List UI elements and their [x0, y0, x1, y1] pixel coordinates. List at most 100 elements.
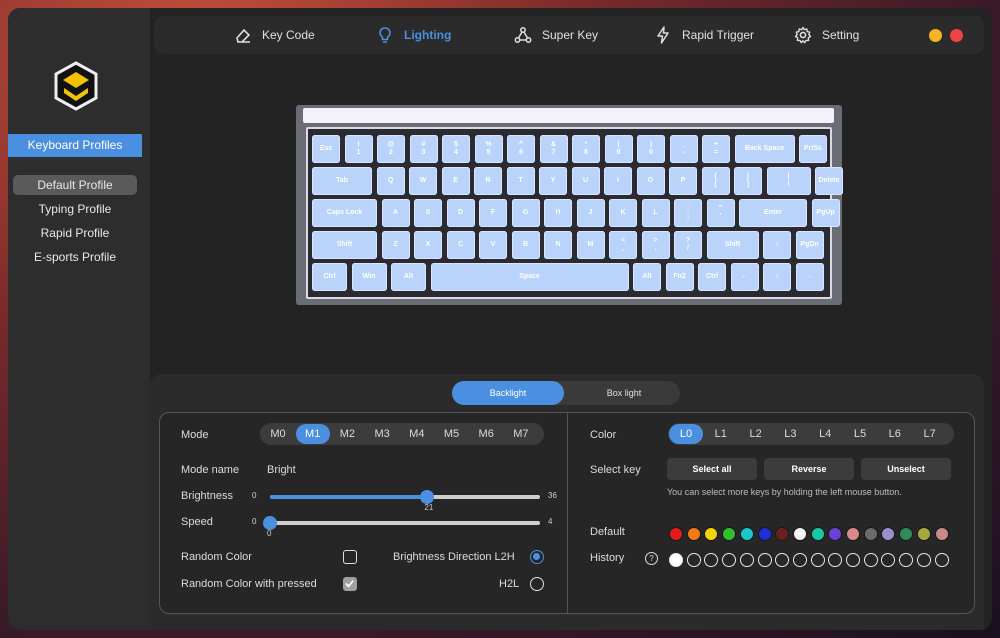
- key[interactable]: J: [576, 199, 605, 227]
- key[interactable]: @ 2: [377, 135, 405, 163]
- color-swatch[interactable]: [739, 527, 754, 541]
- help-icon[interactable]: ?: [645, 552, 658, 565]
- key[interactable]: ) 0: [637, 135, 665, 163]
- history-swatch[interactable]: [722, 553, 737, 567]
- color-swatch[interactable]: [792, 527, 807, 541]
- history-swatch[interactable]: [899, 553, 914, 567]
- key[interactable]: R: [474, 167, 502, 195]
- color-swatch[interactable]: [934, 527, 949, 541]
- key[interactable]: Space: [430, 263, 629, 291]
- key[interactable]: X: [414, 231, 442, 259]
- key[interactable]: Shift: [312, 231, 377, 259]
- key[interactable]: I: [604, 167, 632, 195]
- key[interactable]: > .: [641, 231, 670, 259]
- history-swatch[interactable]: [739, 553, 754, 567]
- select-all-button[interactable]: Select all: [667, 458, 757, 480]
- key[interactable]: Enter: [739, 199, 807, 227]
- key[interactable]: F: [479, 199, 507, 227]
- key[interactable]: C: [446, 231, 475, 259]
- history-swatch[interactable]: [810, 553, 825, 567]
- mode-option-m2[interactable]: M2: [330, 424, 364, 444]
- history-swatch[interactable]: [863, 553, 878, 567]
- key[interactable]: ! 1: [344, 135, 373, 163]
- key[interactable]: Delete: [815, 167, 843, 195]
- minimize-button[interactable]: [929, 29, 942, 42]
- history-swatch[interactable]: [704, 553, 719, 567]
- random-color-pressed-checkbox[interactable]: [343, 577, 357, 591]
- brightness-thumb[interactable]: [420, 490, 435, 504]
- key[interactable]: Alt: [391, 263, 426, 291]
- tab-rapid-trigger[interactable]: Rapid Trigger: [654, 16, 754, 54]
- reverse-button[interactable]: Reverse: [764, 458, 854, 480]
- direction-l2h-radio[interactable]: [530, 550, 544, 564]
- color-swatch[interactable]: [757, 527, 772, 541]
- key[interactable]: ↑: [763, 231, 791, 259]
- layer-option-l6[interactable]: L6: [878, 424, 912, 444]
- key[interactable]: →: [795, 263, 824, 291]
- key[interactable]: N: [544, 231, 572, 259]
- key[interactable]: M: [576, 231, 605, 259]
- history-swatch[interactable]: [934, 553, 949, 567]
- history-swatch[interactable]: [792, 553, 807, 567]
- layer-option-l0[interactable]: L0: [669, 424, 703, 444]
- mode-option-m7[interactable]: M7: [504, 424, 538, 444]
- mode-option-m5[interactable]: M5: [435, 424, 469, 444]
- key[interactable]: Back Space: [734, 135, 795, 163]
- unselect-button[interactable]: Unselect: [861, 458, 951, 480]
- mode-option-m0[interactable]: M0: [261, 424, 295, 444]
- color-swatch[interactable]: [810, 527, 825, 541]
- key[interactable]: + =: [702, 135, 730, 163]
- speed-slider[interactable]: [263, 516, 540, 530]
- key[interactable]: ←: [730, 263, 759, 291]
- key[interactable]: PgUp: [811, 199, 840, 227]
- key[interactable]: * 8: [572, 135, 600, 163]
- key[interactable]: W: [409, 167, 437, 195]
- tab-super-key[interactable]: Super Key: [514, 16, 598, 54]
- tab-box-light[interactable]: Box light: [568, 381, 680, 405]
- key[interactable]: V: [479, 231, 507, 259]
- key[interactable]: Tab: [312, 167, 372, 195]
- key[interactable]: | \: [766, 167, 811, 195]
- key[interactable]: Shift: [706, 231, 759, 259]
- brightness-slider[interactable]: [270, 490, 540, 504]
- close-button[interactable]: [950, 29, 963, 42]
- key[interactable]: # 3: [409, 135, 438, 163]
- key[interactable]: Caps Lock: [312, 199, 377, 227]
- key[interactable]: K: [609, 199, 637, 227]
- mode-option-m6[interactable]: M6: [469, 424, 503, 444]
- speed-thumb[interactable]: [263, 516, 277, 530]
- key[interactable]: ? /: [674, 231, 702, 259]
- key[interactable]: PrtSc: [799, 135, 827, 163]
- key[interactable]: " ': [706, 199, 735, 227]
- color-swatch[interactable]: [863, 527, 878, 541]
- key[interactable]: ( 9: [604, 135, 633, 163]
- tab-key-code[interactable]: Key Code: [234, 16, 315, 54]
- tab-lighting[interactable]: Lighting: [376, 16, 451, 54]
- layer-option-l3[interactable]: L3: [773, 424, 807, 444]
- key[interactable]: H: [544, 199, 572, 227]
- layer-option-l2[interactable]: L2: [739, 424, 773, 444]
- key[interactable]: Esc: [312, 135, 340, 163]
- key[interactable]: A: [381, 199, 410, 227]
- history-swatch[interactable]: [828, 553, 843, 567]
- color-swatch[interactable]: [881, 527, 896, 541]
- key[interactable]: B: [511, 231, 540, 259]
- tab-backlight[interactable]: Backlight: [452, 381, 564, 405]
- profile-typing[interactable]: Typing Profile: [13, 199, 137, 219]
- profile-default[interactable]: Default Profile: [13, 175, 137, 195]
- key[interactable]: Y: [539, 167, 567, 195]
- key[interactable]: U: [571, 167, 600, 195]
- layer-option-l4[interactable]: L4: [808, 424, 842, 444]
- key[interactable]: O: [636, 167, 665, 195]
- key[interactable]: G: [511, 199, 540, 227]
- key[interactable]: Fn2: [665, 263, 694, 291]
- key[interactable]: Ctrl: [312, 263, 347, 291]
- layer-option-l7[interactable]: L7: [913, 424, 947, 444]
- color-swatch[interactable]: [669, 527, 683, 541]
- key[interactable]: Win: [351, 263, 387, 291]
- key[interactable]: S: [414, 199, 442, 227]
- key[interactable]: % 5: [474, 135, 503, 163]
- color-swatch[interactable]: [775, 527, 790, 541]
- key[interactable]: D: [446, 199, 475, 227]
- mode-option-m1[interactable]: M1: [295, 424, 330, 444]
